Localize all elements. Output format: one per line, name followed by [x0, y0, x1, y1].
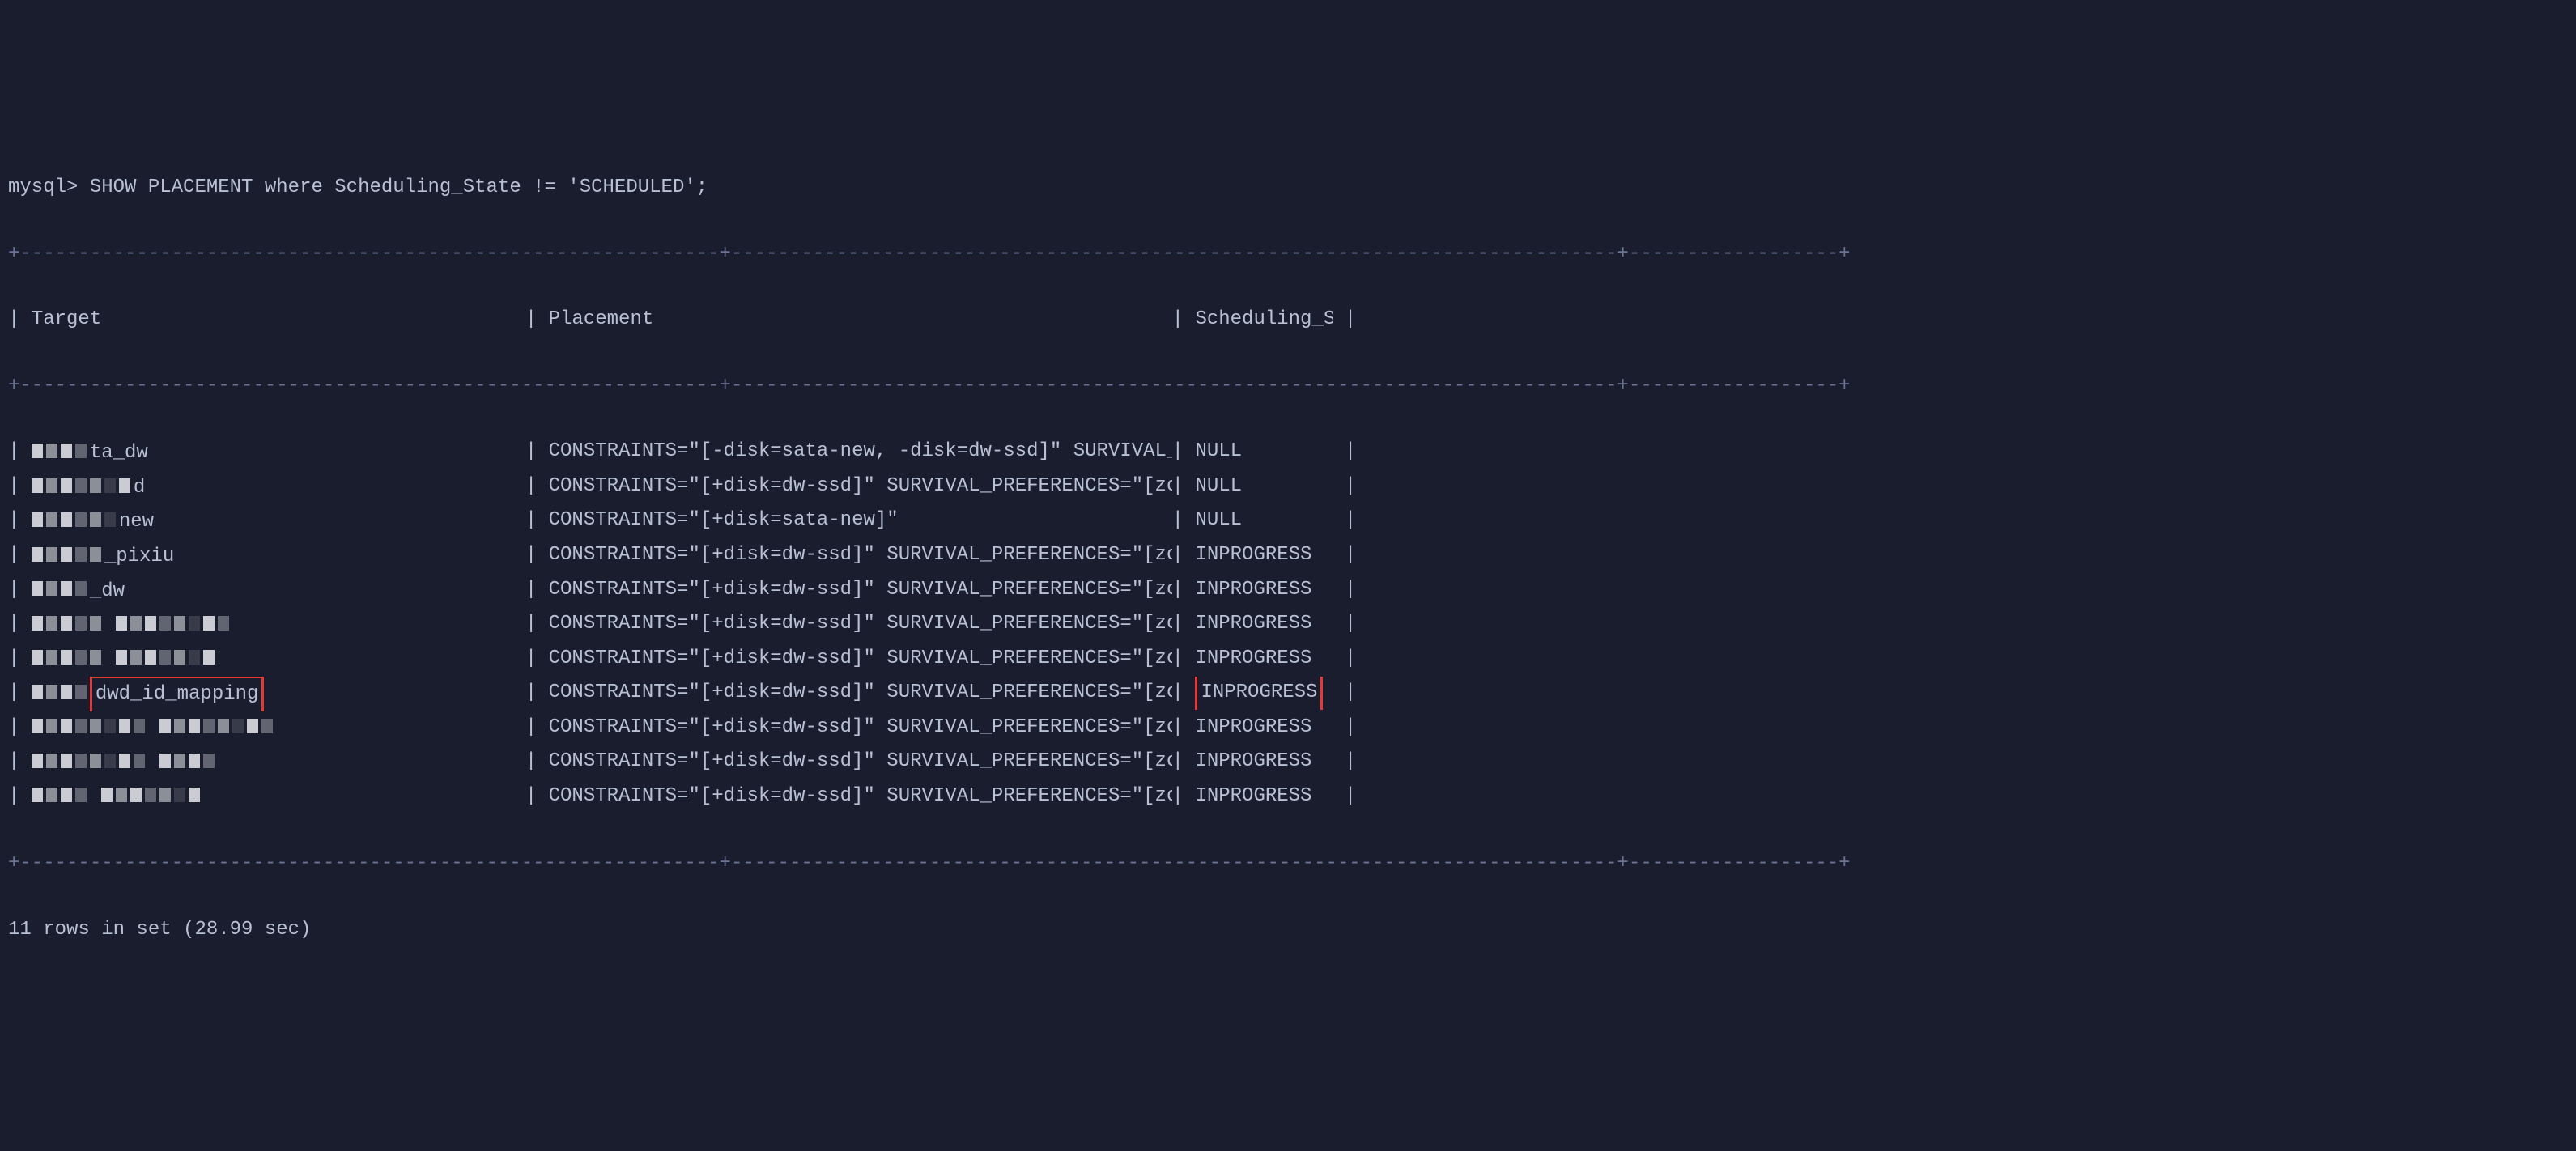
table-row: | new| CONSTRAINTS="[+disk=sata-new]"| N…: [8, 504, 2568, 539]
table-divider-mid: +---------------------------------------…: [8, 370, 2568, 403]
terminal-output: mysql> SHOW PLACEMENT where Scheduling_S…: [8, 138, 2568, 979]
cell-placement: CONSTRAINTS="[+disk=sata-new]": [549, 504, 1172, 537]
cell-target: [32, 780, 525, 815]
table-row: | | CONSTRAINTS="[+disk=dw-ssd]" SURVIVA…: [8, 711, 2568, 746]
redacted-prefix: [32, 711, 148, 745]
cell-scheduling-state: INPROGRESS: [1195, 574, 1333, 607]
scheduling-state-value: NULL: [1195, 475, 1242, 497]
cell-scheduling-state: INPROGRESS: [1195, 643, 1333, 676]
cell-target: ta_dw: [32, 435, 525, 470]
redacted-prefix: [159, 745, 218, 779]
table-row: | | CONSTRAINTS="[+disk=dw-ssd]" SURVIVA…: [8, 780, 2568, 815]
redacted-prefix: [32, 504, 119, 537]
cell-scheduling-state: INPROGRESS: [1195, 711, 1333, 745]
scheduling-state-value: INPROGRESS: [1195, 579, 1311, 601]
cell-scheduling-state: NULL: [1195, 504, 1333, 537]
result-footer: 11 rows in set (28.99 sec): [8, 914, 2568, 947]
redacted-prefix: [32, 539, 104, 572]
table-row: | _pixiu| CONSTRAINTS="[+disk=dw-ssd]" S…: [8, 539, 2568, 574]
cell-scheduling-state: INPROGRESS: [1195, 677, 1333, 710]
target-suffix: ta_dw: [90, 442, 148, 464]
scheduling-state-value: INPROGRESS: [1195, 544, 1311, 566]
scheduling-state-value: INPROGRESS: [1195, 716, 1311, 738]
redacted-prefix: [32, 470, 134, 503]
scheduling-state-value-highlighted: INPROGRESS: [1195, 677, 1323, 710]
scheduling-state-value: INPROGRESS: [1195, 785, 1311, 807]
cell-scheduling-state: INPROGRESS: [1195, 539, 1333, 572]
redacted-prefix: [116, 643, 218, 676]
target-suffix-highlighted: dwd_id_mapping: [90, 677, 265, 711]
cell-scheduling-state: INPROGRESS: [1195, 608, 1333, 641]
cell-placement: CONSTRAINTS="[+disk=dw-ssd]" SURVIVAL_PR…: [549, 574, 1172, 607]
target-suffix: new: [119, 511, 154, 533]
table-row: | d| CONSTRAINTS="[+disk=dw-ssd]" SURVIV…: [8, 470, 2568, 505]
cell-scheduling-state: NULL: [1195, 435, 1333, 469]
target-suffix: d: [134, 477, 145, 499]
cell-placement: CONSTRAINTS="[+disk=dw-ssd]" SURVIVAL_PR…: [549, 677, 1172, 710]
header-placement: Placement: [549, 304, 1172, 337]
cell-placement: CONSTRAINTS="[+disk=dw-ssd]" SURVIVAL_PR…: [549, 470, 1172, 503]
table-row: | dwd_id_mapping| CONSTRAINTS="[+disk=dw…: [8, 677, 2568, 711]
header-scheduling-state: Scheduling_State: [1195, 304, 1333, 337]
redacted-prefix: [32, 608, 104, 641]
header-target: Target: [32, 304, 525, 337]
cell-target: [32, 745, 525, 780]
cell-scheduling-state: INPROGRESS: [1195, 780, 1333, 813]
target-suffix: _dw: [90, 580, 125, 601]
cell-placement: CONSTRAINTS="[+disk=dw-ssd]" SURVIVAL_PR…: [549, 780, 1172, 813]
scheduling-state-value: NULL: [1195, 440, 1242, 462]
cell-target: new: [32, 504, 525, 539]
table-divider-bottom: +---------------------------------------…: [8, 847, 2568, 881]
cell-scheduling-state: INPROGRESS: [1195, 745, 1333, 779]
table-divider-top: +---------------------------------------…: [8, 238, 2568, 271]
target-suffix: _pixiu: [104, 546, 174, 567]
redacted-prefix: [32, 677, 90, 710]
table-header-row: | Target| Placement| Scheduling_State |: [8, 304, 2568, 337]
table-row: | | CONSTRAINTS="[+disk=dw-ssd]" SURVIVA…: [8, 608, 2568, 643]
cell-target: d: [32, 470, 525, 505]
cell-scheduling-state: NULL: [1195, 470, 1333, 503]
cell-target: dwd_id_mapping: [32, 677, 525, 711]
table-row: | | CONSTRAINTS="[+disk=dw-ssd]" SURVIVA…: [8, 643, 2568, 677]
scheduling-state-value: INPROGRESS: [1195, 648, 1311, 669]
cell-target: [32, 643, 525, 677]
table-row: | _dw| CONSTRAINTS="[+disk=dw-ssd]" SURV…: [8, 574, 2568, 609]
redacted-prefix: [32, 574, 90, 607]
cell-target: [32, 608, 525, 643]
table-row: | | CONSTRAINTS="[+disk=dw-ssd]" SURVIVA…: [8, 745, 2568, 780]
redacted-prefix: [32, 745, 148, 779]
sql-prompt: mysql>: [8, 176, 78, 198]
table-row: | ta_dw| CONSTRAINTS="[-disk=sata-new, -…: [8, 435, 2568, 470]
table-body: | ta_dw| CONSTRAINTS="[-disk=sata-new, -…: [8, 435, 2568, 814]
scheduling-state-value: INPROGRESS: [1195, 750, 1311, 772]
redacted-prefix: [32, 780, 90, 813]
cell-placement: CONSTRAINTS="[+disk=dw-ssd]" SURVIVAL_PR…: [549, 711, 1172, 745]
cell-target: [32, 711, 525, 746]
scheduling-state-value: INPROGRESS: [1195, 613, 1311, 635]
cell-placement: CONSTRAINTS="[-disk=sata-new, -disk=dw-s…: [549, 435, 1172, 469]
cell-placement: CONSTRAINTS="[+disk=dw-ssd]" SURVIVAL_PR…: [549, 745, 1172, 779]
cell-target: _dw: [32, 574, 525, 609]
cell-placement: CONSTRAINTS="[+disk=dw-ssd]" SURVIVAL_PR…: [549, 608, 1172, 641]
sql-query: SHOW PLACEMENT where Scheduling_State !=…: [90, 176, 708, 198]
redacted-prefix: [32, 435, 90, 469]
redacted-prefix: [116, 608, 232, 641]
redacted-prefix: [159, 711, 276, 745]
redacted-prefix: [101, 780, 203, 813]
redacted-prefix: [32, 643, 104, 676]
cell-placement: CONSTRAINTS="[+disk=dw-ssd]" SURVIVAL_PR…: [549, 539, 1172, 572]
cell-placement: CONSTRAINTS="[+disk=dw-ssd]" SURVIVAL_PR…: [549, 643, 1172, 676]
cell-target: _pixiu: [32, 539, 525, 574]
scheduling-state-value: NULL: [1195, 509, 1242, 531]
